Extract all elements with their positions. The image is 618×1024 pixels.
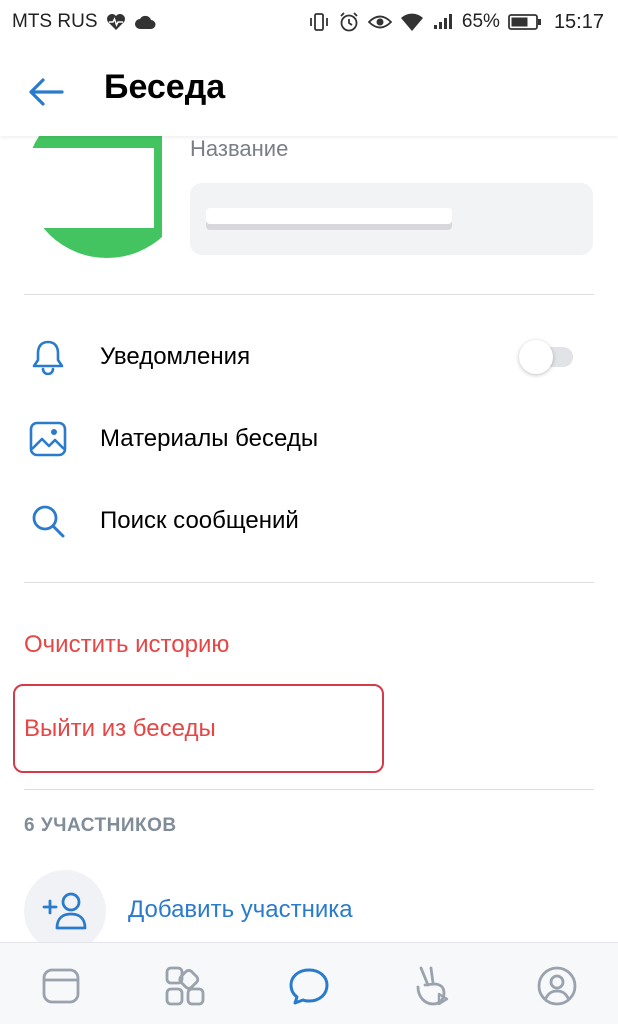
chat-avatar[interactable] xyxy=(30,136,162,258)
clear-history-button[interactable]: Очистить историю xyxy=(24,631,229,659)
carrier-name: MTS RUS xyxy=(12,11,98,32)
divider xyxy=(24,789,594,790)
add-user-icon xyxy=(42,892,87,930)
status-bar-right: 65% 15:17 xyxy=(308,11,604,34)
profile-icon xyxy=(537,966,577,1006)
page-title: Беседа xyxy=(104,68,226,106)
search-icon xyxy=(28,501,68,541)
arrow-left-icon xyxy=(29,78,64,106)
battery-percent: 65% xyxy=(461,11,500,32)
nav-profile[interactable] xyxy=(534,963,580,1009)
toggle-knob xyxy=(519,340,553,374)
status-bar-left: MTS RUS xyxy=(12,11,156,33)
battery-icon xyxy=(508,13,542,31)
nav-services[interactable] xyxy=(162,963,208,1009)
notifications-toggle[interactable] xyxy=(519,340,575,374)
chat-name-redacted-value xyxy=(206,208,452,230)
nav-news[interactable] xyxy=(38,963,84,1009)
nav-clips[interactable] xyxy=(410,963,456,1009)
menu-item-search[interactable]: Поиск сообщений xyxy=(0,480,618,562)
divider xyxy=(24,294,594,295)
chat-name-label: Название xyxy=(190,136,289,161)
clock: 15:17 xyxy=(553,10,604,33)
app-header: Беседа xyxy=(0,44,618,136)
wifi-icon xyxy=(400,12,424,32)
news-icon xyxy=(42,968,80,1004)
cloud-icon xyxy=(134,14,156,30)
bell-icon xyxy=(28,337,68,377)
bottom-navigation xyxy=(0,942,618,1024)
heart-pulse-icon xyxy=(106,13,126,31)
nav-messages[interactable] xyxy=(286,963,332,1009)
leave-chat-button[interactable]: Выйти из беседы xyxy=(24,715,216,743)
chat-settings-screen: MTS RUS 65% 15:17 Беседа Название Уведом… xyxy=(0,0,618,1024)
messages-icon xyxy=(289,968,329,1005)
avatar-redaction xyxy=(30,148,154,228)
image-icon xyxy=(28,419,68,459)
alarm-icon xyxy=(338,11,360,33)
notifications-label: Уведомления xyxy=(100,343,251,370)
divider xyxy=(24,582,594,583)
add-member-button[interactable]: Добавить участника xyxy=(0,866,618,952)
status-bar: MTS RUS 65% 15:17 xyxy=(0,0,618,44)
menu-item-materials[interactable]: Материалы беседы xyxy=(0,398,618,480)
clips-icon xyxy=(416,966,449,1006)
materials-label: Материалы беседы xyxy=(100,425,319,452)
search-label: Поиск сообщений xyxy=(100,507,299,534)
eye-icon xyxy=(367,13,392,31)
back-button[interactable] xyxy=(24,70,68,114)
vibrate-icon xyxy=(308,12,330,32)
chat-name-input[interactable] xyxy=(190,183,593,255)
services-icon xyxy=(165,966,205,1006)
signal-icon xyxy=(432,13,454,31)
add-member-avatar xyxy=(24,870,106,952)
members-count-heading: 6 УЧАСТНИКОВ xyxy=(24,815,177,836)
add-member-label: Добавить участника xyxy=(128,896,353,923)
